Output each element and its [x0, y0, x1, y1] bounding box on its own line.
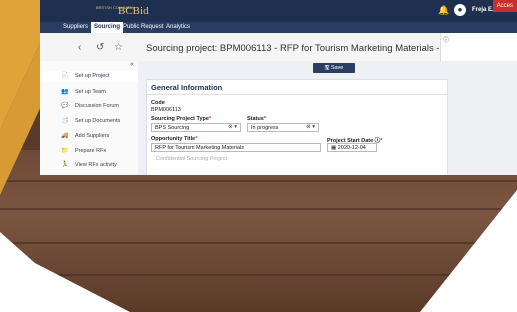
calendar-icon: ▦ — [331, 145, 338, 151]
access-button[interactable]: Acces — [492, 0, 517, 12]
project-type-value: BPS Sourcing — [155, 125, 190, 131]
team-icon: 👥 — [61, 89, 69, 95]
sidebar-item-add-suppliers[interactable]: 🚚 Add Suppliers — [40, 131, 138, 142]
section-title: General Information — [151, 83, 223, 92]
sidebar-item-set-up-team[interactable]: 👥 Set up Team — [40, 87, 138, 98]
sidebar-item-label: Add Suppliers — [75, 133, 110, 139]
collapse-sidebar-icon[interactable]: « — [130, 61, 134, 68]
sidebar-item-set-up-project[interactable]: 📄 Set up Project — [40, 71, 138, 82]
sidebar-item-set-up-documents[interactable]: 📑 Set up Documents — [40, 116, 138, 127]
code-value: BPM006113 — [151, 107, 181, 113]
bcbid-logo[interactable]: BCBid — [118, 5, 149, 17]
code-label: Code — [151, 100, 165, 106]
chevron-down-icon: ⊗ ▾ — [306, 124, 315, 130]
info-panel: ⓘ — [440, 33, 517, 61]
save-button[interactable]: 🖫 Save — [313, 63, 355, 73]
document-icon: 📄 — [61, 73, 69, 79]
chat-icon: 💬 — [61, 103, 69, 109]
user-avatar-icon[interactable]: ● — [454, 4, 466, 16]
sidebar-item-label: Prepare RFx — [75, 148, 107, 154]
nav-public-request[interactable]: Public Request — [120, 22, 166, 33]
type-label: Sourcing Project Type* — [151, 116, 212, 122]
undo-icon[interactable]: ↺ — [96, 42, 104, 53]
screen: BRITISH COLUMBIA BCBid 🔔 ● Freja E. Acce… — [40, 0, 517, 175]
main-content: 🖫 Save General Information Code BPM00611… — [138, 61, 517, 175]
save-label: Save — [330, 65, 344, 71]
sidebar-item-label: Set up Documents — [75, 118, 121, 124]
bell-icon[interactable]: 🔔 — [438, 5, 449, 16]
nav-suppliers[interactable]: Suppliers — [60, 22, 91, 33]
status-label: Status* — [247, 116, 266, 122]
sidebar-item-label: Discussion Forum — [75, 103, 120, 109]
start-date-value: 2020-12-04 — [337, 145, 366, 151]
nav-sourcing[interactable]: Sourcing — [91, 22, 124, 33]
chevron-down-icon: ⊗ ▾ — [228, 124, 237, 130]
confidential-checkbox-label[interactable]: Confidential Sourcing Project — [156, 156, 227, 162]
sidebar: « 📄 Set up Project 👥 Set up Team 💬 Discu… — [40, 61, 139, 175]
folder-icon: 📁 — [61, 148, 69, 154]
documents-icon: 📑 — [61, 118, 69, 124]
page-toolbar: ‹ ↺ ☆ Sourcing project: BPM006113 - RFP … — [40, 33, 517, 62]
back-icon[interactable]: ‹ — [78, 42, 81, 53]
divider — [147, 94, 447, 95]
activity-icon: 🏃 — [61, 162, 69, 168]
sidebar-item-label: Set up Team — [75, 89, 106, 95]
status-value: In progress — [251, 125, 279, 131]
truck-icon: 🚚 — [61, 133, 69, 139]
nav-analytics[interactable]: Analytics — [163, 22, 193, 33]
start-date-input[interactable]: ▦ 2020-12-04 — [327, 143, 377, 152]
white-corner-right — [420, 190, 517, 312]
white-bottom-left — [0, 245, 130, 312]
main-nav: Suppliers Sourcing Public Request Analyt… — [40, 22, 517, 33]
sidebar-item-prepare-rfx[interactable]: 📁 Prepare RFx — [40, 146, 138, 157]
top-bar: BRITISH COLUMBIA BCBid 🔔 ● Freja E. Acce… — [40, 0, 517, 22]
status-select[interactable]: In progress ⊗ ▾ — [247, 123, 319, 132]
sidebar-item-view-rfx-activity[interactable]: 🏃 View RFx activity — [40, 160, 138, 171]
sidebar-item-label: View RFx activity — [75, 162, 117, 168]
info-icon[interactable]: ⓘ — [443, 38, 449, 44]
opportunity-title-input[interactable]: RFP for Tourism Marketing Materials — [151, 143, 321, 152]
star-icon[interactable]: ☆ — [114, 42, 123, 53]
sidebar-item-discussion-forum[interactable]: 💬 Discussion Forum — [40, 101, 138, 112]
opportunity-title-label: Opportunity Title* — [151, 136, 198, 142]
sidebar-item-label: Set up Project — [75, 73, 110, 79]
user-name[interactable]: Freja E. — [472, 7, 494, 13]
project-type-select[interactable]: BPS Sourcing ⊗ ▾ — [151, 123, 241, 132]
